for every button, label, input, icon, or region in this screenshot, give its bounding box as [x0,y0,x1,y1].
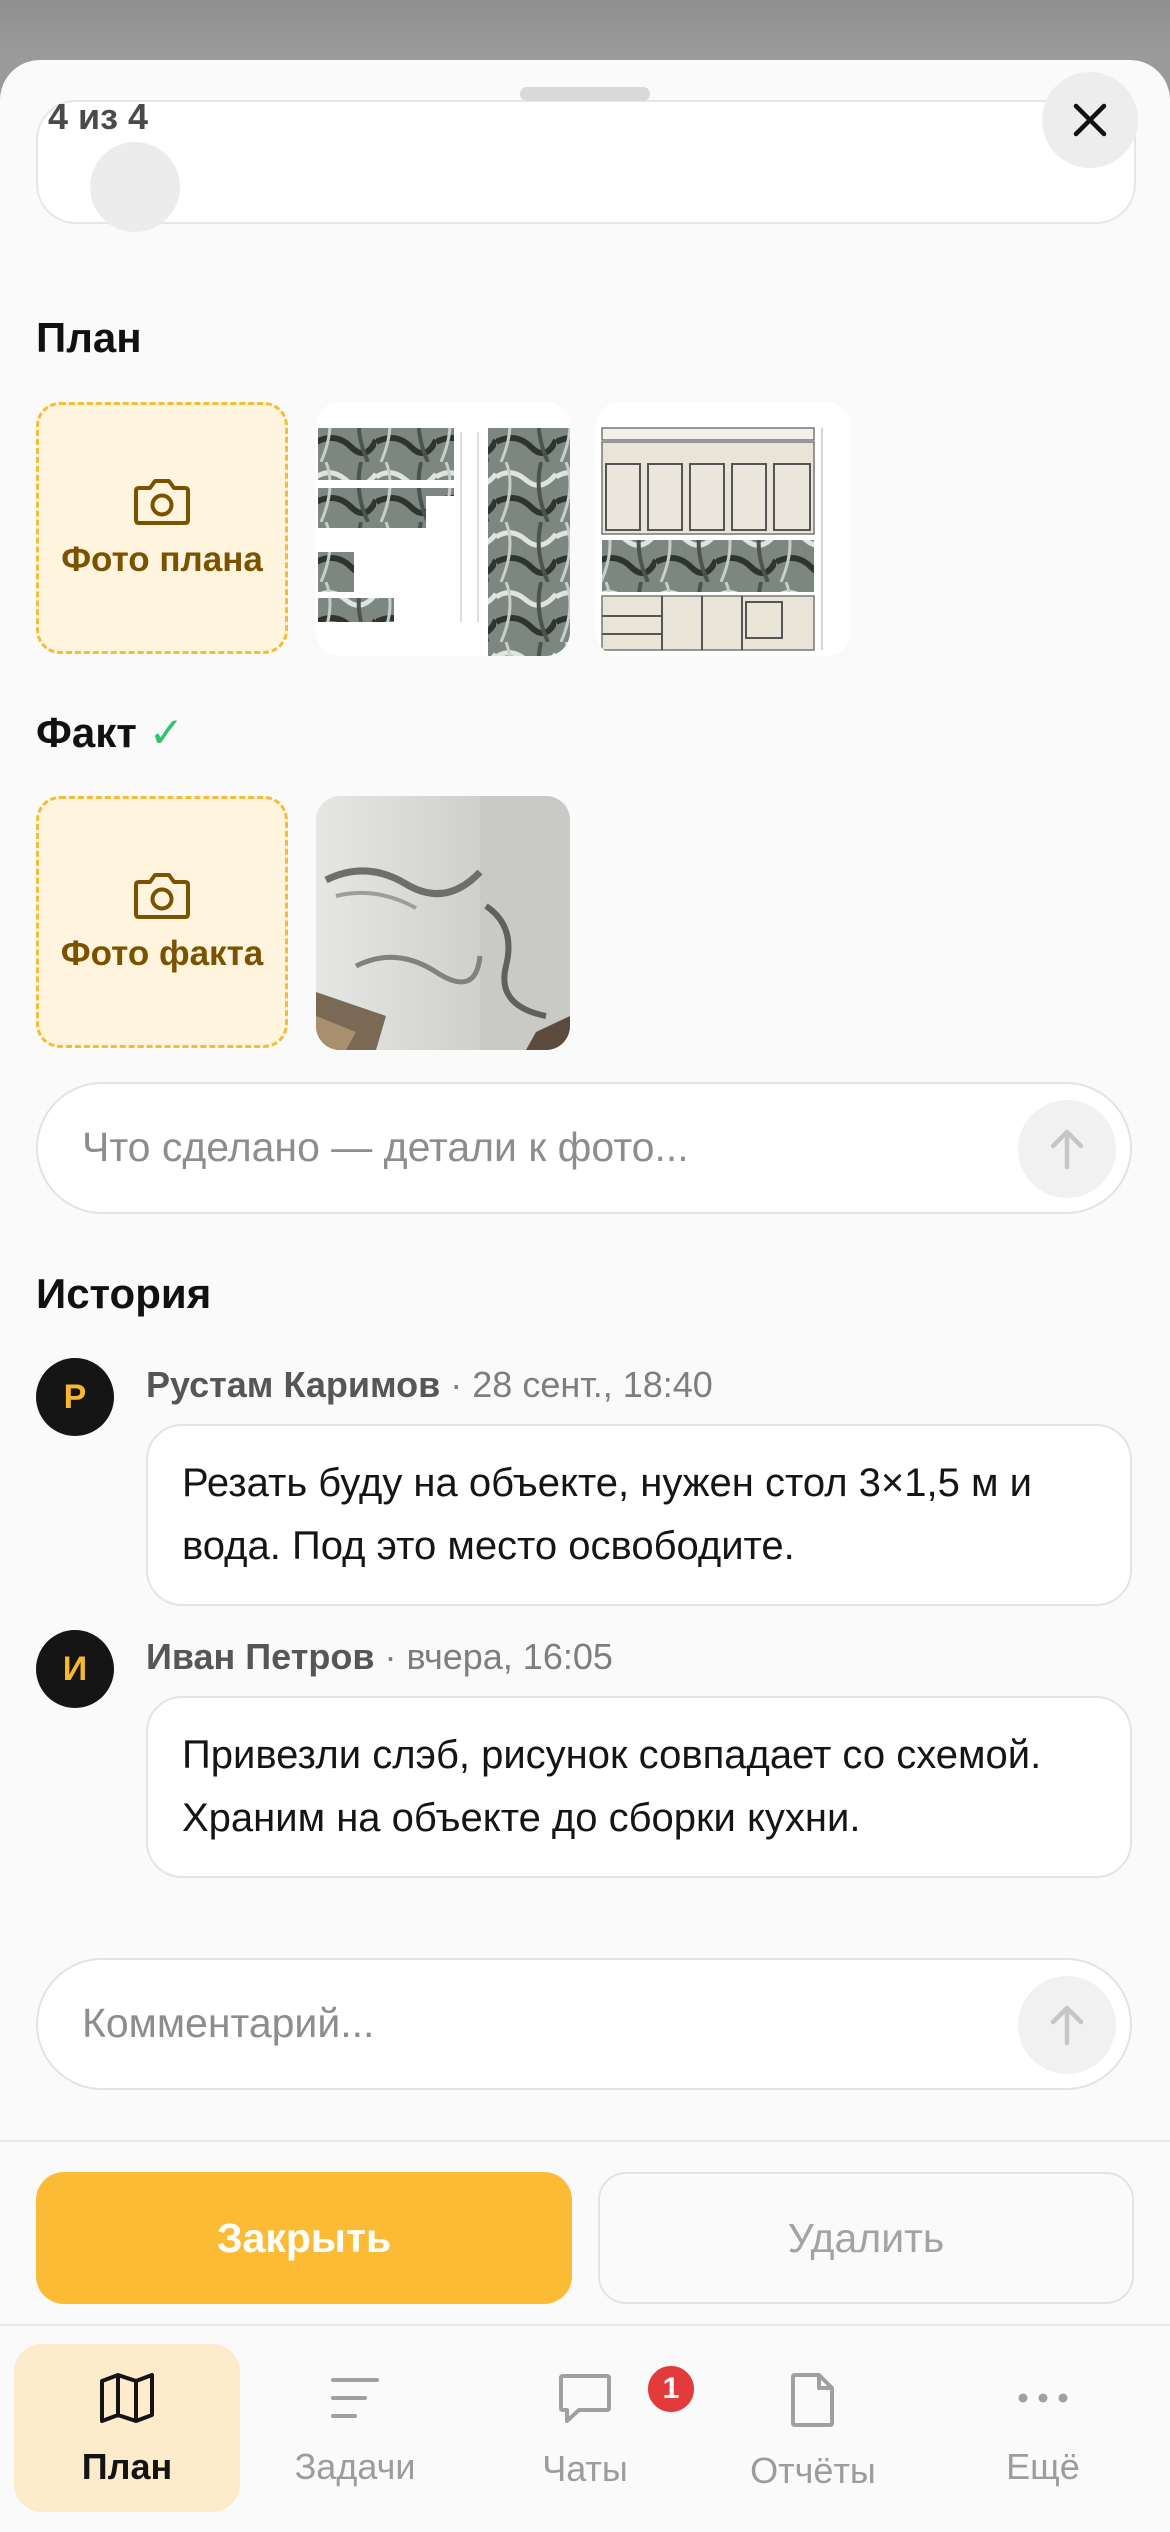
fact-details-input[interactable]: Что сделано — детали к фото... [36,1082,1132,1214]
tab-reports[interactable]: Отчёты [700,2344,926,2512]
arrow-up-icon [1050,2005,1084,2046]
comment-author: Рустам Каримов [146,1364,441,1405]
add-fact-photo-label: Фото факта [60,934,264,973]
chat-icon [559,2374,611,2423]
unread-badge: 1 [644,2362,698,2416]
tab-bar: План Задачи 1 Чаты Отчёты Ещё [0,2324,1170,2532]
tab-label: Отчёты [750,2450,876,2491]
document-icon [791,2373,834,2427]
tab-label: Чаты [542,2448,628,2489]
tab-label: Задачи [294,2446,416,2487]
comment-meta: Иван Петров · вчера, 16:05 [146,1636,613,1678]
more-icon [1018,2393,1068,2403]
comment-text: Привезли слэб, рисунок совпадает со схем… [146,1696,1132,1878]
plan-photo-thumbnail[interactable] [316,402,570,656]
avatar: Р [36,1358,114,1436]
comment-time: · вчера, 16:05 [374,1636,613,1677]
comment-time: · 28 сент., 18:40 [440,1364,713,1405]
arrow-up-icon [1050,1129,1084,1170]
check-icon: ✓ [148,709,184,756]
close-task-button[interactable]: Закрыть [36,2172,572,2304]
fact-details-placeholder: Что сделано — детали к фото... [82,1124,689,1170]
send-fact-details-button[interactable] [1018,1100,1116,1198]
add-plan-photo-button[interactable]: Фото плана [36,402,288,654]
previous-card-partial [36,100,1136,232]
map-icon [100,2373,154,2423]
plan-photo-thumbnail[interactable] [596,402,850,656]
avatar: И [36,1630,114,1708]
item-counter: 4 из 4 [48,96,149,137]
close-button[interactable] [1042,72,1138,168]
bottom-sheet: 4 из 4 План Фото плана Факт ✓ Фото факта… [0,60,1170,2532]
sheet-grabber[interactable] [520,87,650,101]
delete-button[interactable]: Удалить [598,2172,1134,2304]
tasks-icon [331,2378,379,2418]
send-comment-button[interactable] [1018,1976,1116,2074]
history-section-title: История [36,1270,212,1317]
camera-icon [134,479,190,525]
comment-text: Резать буду на объекте, нужен стол 3×1,5… [146,1424,1132,1606]
fact-title-text: Факт [36,709,137,756]
dimmed-backdrop[interactable] [0,0,1170,60]
comment-meta: Рустам Каримов · 28 сент., 18:40 [146,1364,713,1406]
tab-plan[interactable]: План [14,2344,240,2512]
tab-chats[interactable]: 1 Чаты [472,2344,698,2512]
fact-section-title: Факт ✓ [36,708,184,757]
plan-section-title: План [36,314,142,361]
close-icon [1073,103,1107,137]
fact-photo-thumbnail[interactable] [316,796,570,1050]
tab-tasks[interactable]: Задачи [242,2344,468,2512]
divider [0,2140,1170,2142]
camera-icon [134,873,190,919]
tab-label: План [81,2446,173,2487]
add-fact-photo-button[interactable]: Фото факта [36,796,288,1048]
comment-input[interactable]: Комментарий... [36,1958,1132,2090]
tab-label: Ещё [1006,2446,1080,2487]
add-plan-photo-label: Фото плана [61,540,263,579]
comment-author: Иван Петров [146,1636,375,1677]
comment-placeholder: Комментарий... [82,2000,375,2046]
avatar [90,142,180,232]
tab-more[interactable]: Ещё [930,2344,1156,2512]
